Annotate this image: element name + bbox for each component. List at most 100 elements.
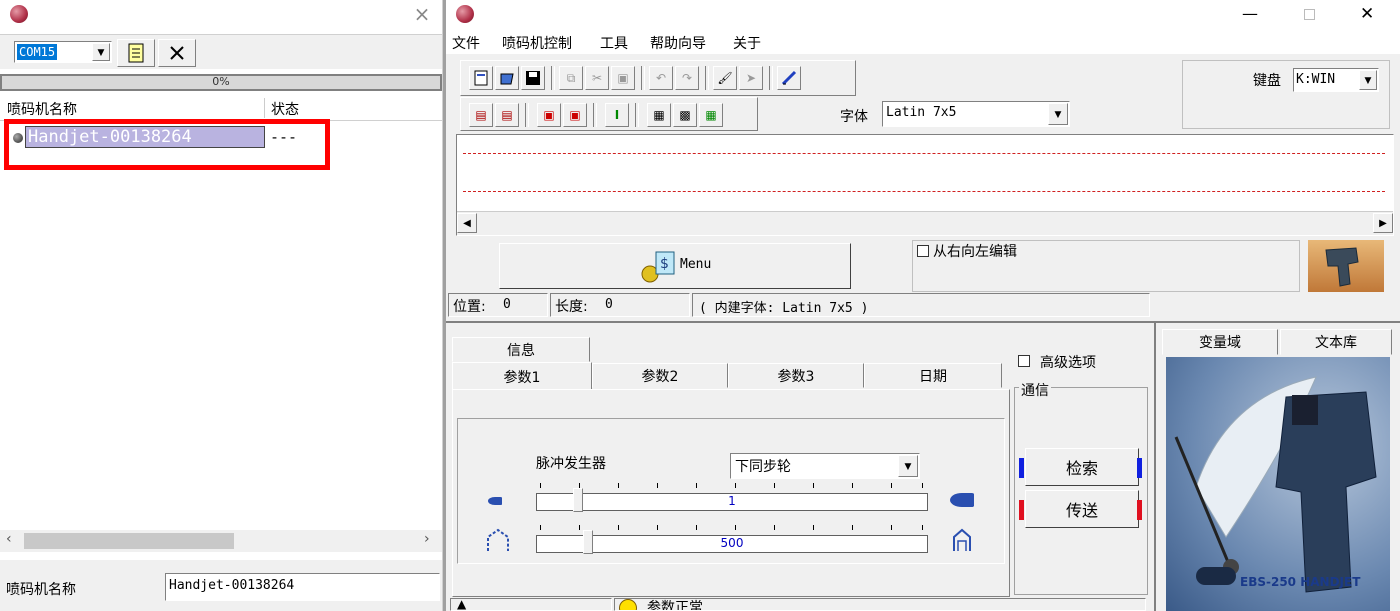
scrollbar-thumb[interactable] (24, 533, 234, 549)
main-window: — ✕ 文件 喷码机控制 工具 帮助向导 关于 ⧉ ✂ ▣ ↶ ↷ 🖌 ➤ ▤ … (446, 0, 1400, 611)
left-toolbar: COM15 ▼ (0, 34, 442, 69)
document-icon (128, 43, 144, 63)
footer-name-field[interactable]: Handjet-00138264 (165, 573, 440, 601)
length-value: 0 (605, 297, 613, 312)
chevron-down-icon[interactable]: ▼ (898, 455, 918, 477)
message-editor[interactable]: ◀ ▶ (456, 134, 1394, 236)
tab-info[interactable]: 信息 (452, 337, 590, 362)
keyboard-select[interactable]: K:WIN ▼ (1293, 68, 1379, 92)
document-icon-button[interactable] (117, 39, 155, 67)
chevron-left-icon[interactable]: ◀ (457, 213, 477, 233)
column-header-name[interactable]: 喷码机名称 (7, 99, 77, 119)
cursor-button[interactable]: I (605, 103, 629, 127)
search-indicator-left (1019, 458, 1024, 478)
grid-a-button[interactable]: ▦ (647, 103, 671, 127)
position-value: 0 (503, 297, 511, 312)
chevron-right-icon[interactable]: ▶ (1373, 213, 1393, 233)
editor-hscrollbar[interactable]: ◀ ▶ (457, 211, 1393, 235)
menu-button-label: Menu (680, 257, 712, 272)
search-button[interactable]: 检索 (1025, 448, 1139, 486)
menu-item-printer-control[interactable]: 喷码机控制 (502, 33, 572, 53)
pen-icon (781, 70, 797, 86)
send-data-button[interactable]: 传送 (1025, 490, 1139, 528)
menu-icon: $ (641, 251, 675, 283)
tab-info-label: 信息 (507, 342, 535, 359)
grid-c-button[interactable]: ▦ (699, 103, 723, 127)
keyboard-label: 键盘 (1253, 73, 1281, 89)
tab-content-params1: 脉冲发生器 下同步轮 ▼ 1 500 (452, 389, 1010, 597)
delete-button[interactable] (158, 39, 196, 67)
insert-down-button[interactable]: ▣ (563, 103, 587, 127)
font-info-text: ( 内建字体: Latin 7x5 ) (699, 301, 869, 316)
position-label: 位置: (453, 299, 486, 315)
minimize-button[interactable]: — (1242, 4, 1258, 23)
move-end-button[interactable]: ▤ (495, 103, 519, 127)
chevron-down-icon[interactable]: ▼ (1048, 103, 1068, 125)
slider1-track[interactable]: 1 (536, 488, 928, 512)
toolbar-separator (551, 66, 555, 90)
menu-item-file[interactable]: 文件 (452, 33, 480, 53)
toolbar-separator (769, 66, 773, 90)
slider2-track[interactable]: 500 (536, 530, 928, 554)
spacing-wide-icon (953, 528, 971, 551)
tab-params2[interactable]: 参数2 (592, 363, 728, 388)
send-icon: ➤ (745, 71, 757, 85)
slider2-value: 500 (720, 536, 744, 550)
slider1-thumb[interactable] (573, 488, 583, 512)
rtl-checkbox[interactable] (917, 245, 929, 257)
print-icon: 🖌 (717, 71, 733, 85)
slider1-value: 1 (728, 494, 736, 508)
send-button[interactable]: ➤ (739, 66, 763, 90)
cut-button[interactable]: ✂ (585, 66, 609, 90)
bottom-status-right: 参数正常 (614, 598, 1146, 611)
status-message: 参数正常 (647, 600, 703, 611)
font-select-value: Latin 7x5 (886, 105, 957, 120)
tab-params3[interactable]: 参数3 (728, 363, 864, 388)
list-header: 喷码机名称 状态 (0, 96, 442, 121)
column-header-status[interactable]: 状态 (271, 99, 299, 119)
chevron-left-icon[interactable]: ‹ (6, 531, 12, 547)
undo-button[interactable]: ↶ (649, 66, 673, 90)
copy-button[interactable]: ⧉ (559, 66, 583, 90)
highlight-box (4, 119, 330, 170)
printer-thumbnail-icon (1325, 247, 1359, 287)
com-port-value: COM15 (17, 44, 58, 60)
pen-button[interactable] (777, 66, 801, 90)
open-button[interactable] (495, 66, 519, 90)
slider2-thumb[interactable] (583, 530, 593, 554)
print-button[interactable]: 🖌 (713, 66, 737, 90)
tab-params1[interactable]: 参数1 (452, 362, 592, 390)
insert-down-icon: ▣ (569, 108, 581, 122)
tab-params3-label: 参数3 (777, 368, 815, 385)
maximize-button[interactable] (1304, 9, 1315, 20)
chevron-down-icon[interactable]: ▼ (92, 43, 110, 61)
footer-label: 喷码机名称 (6, 582, 76, 598)
com-port-select[interactable]: COM15 ▼ (14, 41, 112, 63)
horizontal-scrollbar[interactable]: ‹ › (0, 530, 442, 552)
window-close-button[interactable]: ✕ (1360, 4, 1374, 24)
tab-variable-field[interactable]: 变量域 (1162, 329, 1278, 355)
advanced-label: 高级选项 (1040, 355, 1096, 371)
pulse-generator-select[interactable]: 下同步轮 ▼ (730, 453, 920, 479)
menu-item-help[interactable]: 帮助向导 (650, 33, 706, 53)
tab-text-library[interactable]: 文本库 (1280, 329, 1392, 355)
menu-item-about[interactable]: 关于 (733, 33, 761, 53)
menu-item-tools[interactable]: 工具 (600, 33, 628, 53)
font-select[interactable]: Latin 7x5 ▼ (882, 101, 1070, 127)
paste-button[interactable]: ▣ (611, 66, 635, 90)
menu-button[interactable]: $ Menu (499, 243, 851, 289)
save-button[interactable] (521, 66, 545, 90)
redo-button[interactable]: ↷ (675, 66, 699, 90)
column-divider (264, 98, 265, 118)
chevron-down-icon[interactable]: ▼ (1359, 70, 1377, 90)
advanced-checkbox[interactable] (1018, 355, 1030, 367)
title-bar: — ✕ (446, 0, 1400, 32)
insert-up-button[interactable]: ▣ (537, 103, 561, 127)
tab-date[interactable]: 日期 (864, 363, 1002, 388)
new-file-button[interactable] (469, 66, 493, 90)
chevron-right-icon[interactable]: › (424, 531, 430, 547)
move-start-button[interactable]: ▤ (469, 103, 493, 127)
save-icon (526, 71, 540, 85)
grid-b-button[interactable]: ▩ (673, 103, 697, 127)
left-close-button[interactable]: × (412, 3, 432, 25)
